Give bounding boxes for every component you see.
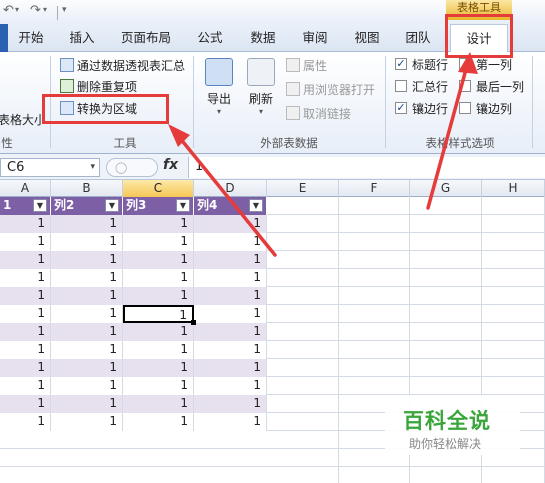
excel-window: { "context_tab_label": "表格工具", "tabs": [… xyxy=(0,0,545,483)
arrow-to-design-head xyxy=(458,52,478,74)
arrow-to-convert-head xyxy=(168,124,190,147)
watermark-title: 百科全说 xyxy=(403,409,491,433)
arrow-to-design-shaft xyxy=(426,60,470,210)
arrow-to-convert-shaft xyxy=(173,130,277,257)
watermark-subtitle: 助你轻松解决 xyxy=(409,437,482,451)
watermark: 百科全说 助你轻松解决 xyxy=(385,395,520,455)
